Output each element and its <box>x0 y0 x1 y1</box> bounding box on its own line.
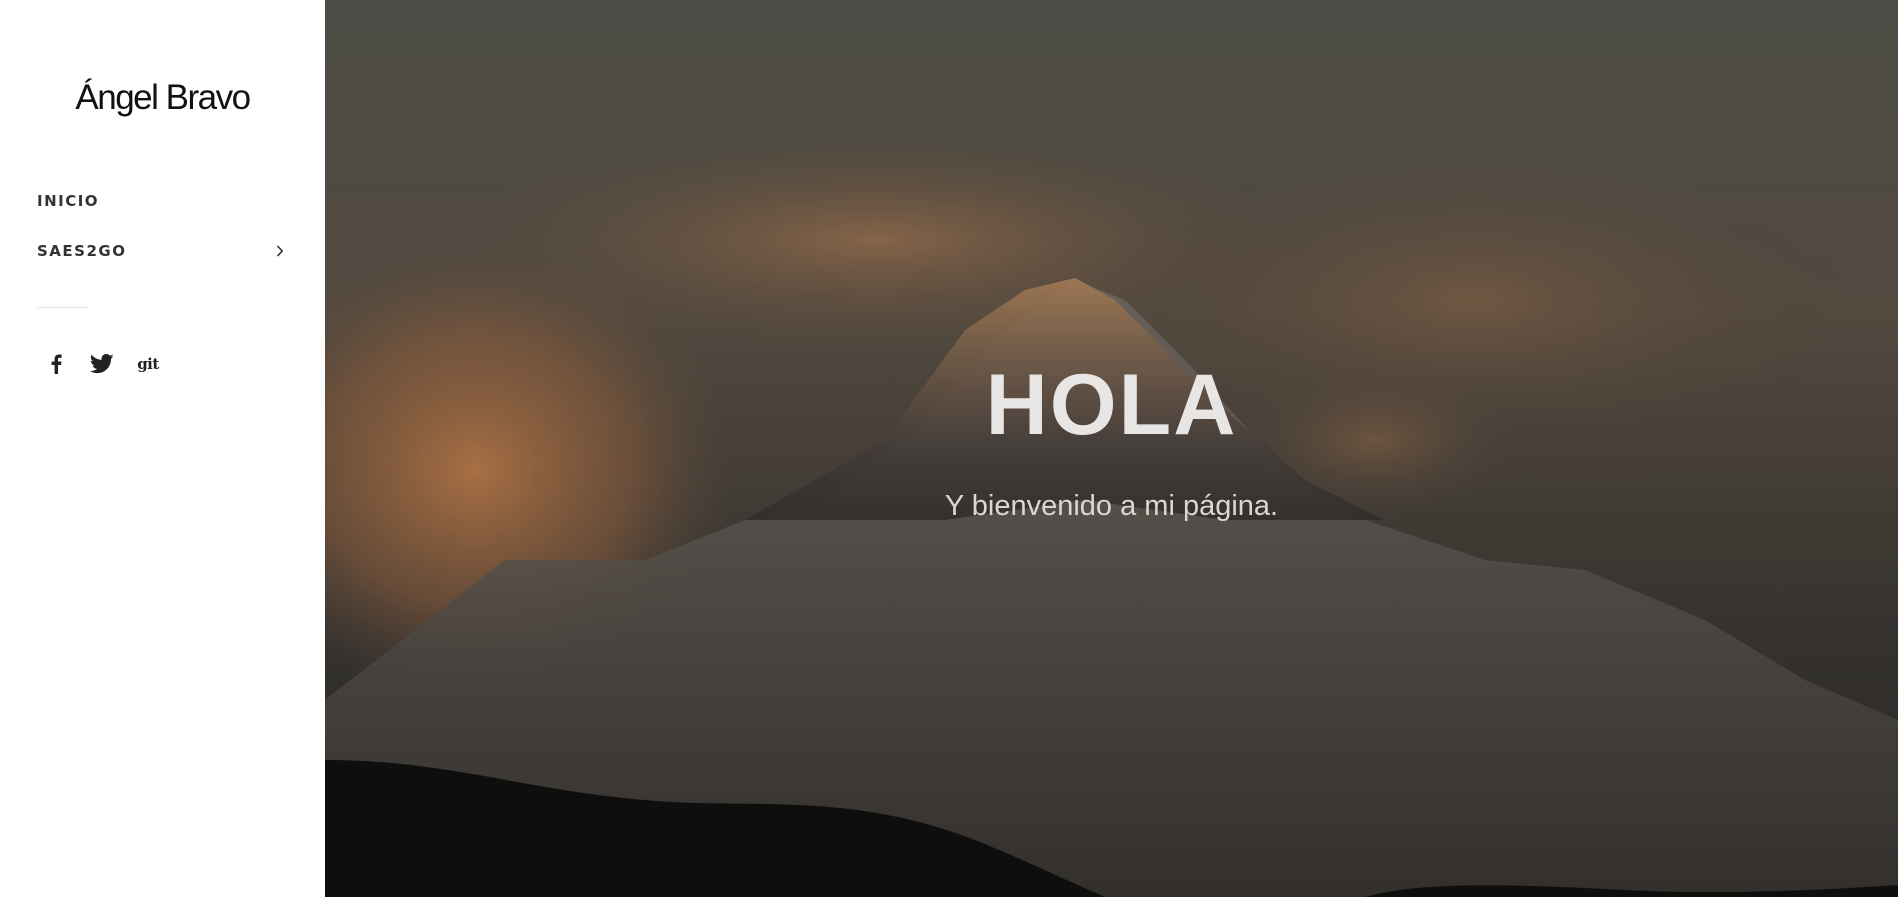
nav-item-label: INICIO <box>37 192 100 210</box>
nav-item-label: SAES2GO <box>37 242 127 260</box>
hero-subtitle: Y bienvenido a mi página. <box>944 490 1279 522</box>
nav-item-inicio[interactable]: INICIO <box>37 176 289 226</box>
social-links: git <box>44 352 160 376</box>
facebook-icon[interactable] <box>44 352 68 376</box>
twitter-icon[interactable] <box>90 352 114 376</box>
nav-item-saes2go[interactable]: SAES2GO <box>37 226 289 276</box>
sidebar-divider <box>37 307 89 308</box>
git-icon-label: git <box>137 355 159 373</box>
sidebar: Ángel Bravo INICIO SAES2GO git <box>0 0 325 897</box>
git-icon[interactable]: git <box>136 352 160 376</box>
page: Ángel Bravo INICIO SAES2GO git HOLA Y bi… <box>0 0 1898 897</box>
hero-title: HOLA <box>985 357 1238 453</box>
main-nav: INICIO SAES2GO <box>37 176 289 276</box>
chevron-right-icon[interactable] <box>271 242 289 260</box>
hero-section: HOLA Y bienvenido a mi página. <box>325 0 1898 897</box>
site-logo[interactable]: Ángel Bravo <box>0 78 325 118</box>
